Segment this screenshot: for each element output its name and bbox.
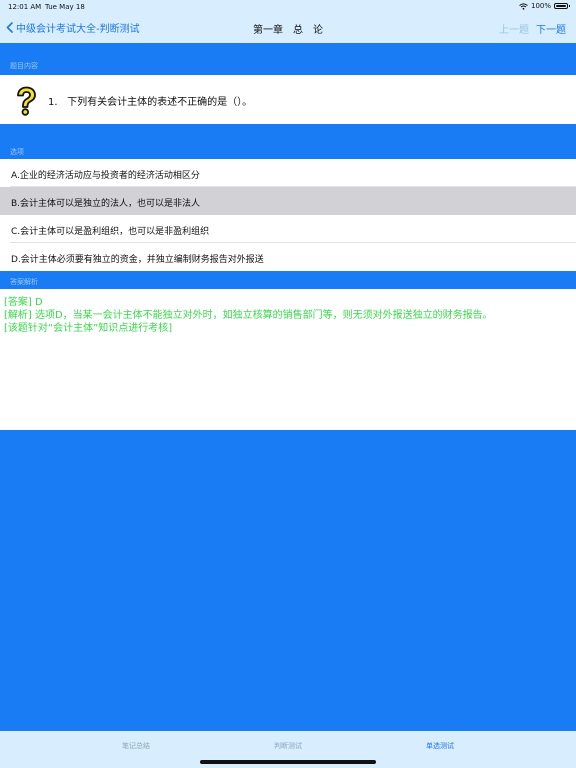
options-list: A.企业的经济活动应与投资者的经济活动相区分 B.会计主体可以是独立的法人，也可…	[0, 159, 576, 271]
question-text: 1. 下列有关会计主体的表述不正确的是（）。	[48, 93, 252, 108]
question-section-label: 题目内容	[10, 62, 38, 70]
option-d[interactable]: D.会计主体必须要有独立的资金，并独立编制财务报告对外报送	[0, 243, 576, 271]
navigation-bar: 中级会计考试大全-判断测试 第一章 总 论 上一题 下一题	[0, 13, 576, 43]
status-time: 12:01 AM	[8, 3, 42, 11]
status-bar: 12:01 AM Tue May 18 100%	[0, 0, 576, 13]
question-mark-icon	[13, 86, 39, 116]
tab-true-false-test[interactable]: 判断测试	[248, 741, 328, 751]
analysis-section-label: 答案解析	[10, 278, 38, 286]
chevron-left-icon	[6, 22, 13, 33]
status-date: Tue May 18	[45, 3, 85, 11]
battery-icon	[554, 3, 570, 9]
question-card: 1. 下列有关会计主体的表述不正确的是（）。	[0, 75, 576, 124]
status-right-group: 100%	[519, 2, 570, 10]
previous-question-button[interactable]: 上一题	[499, 21, 529, 36]
option-a[interactable]: A.企业的经济活动应与投资者的经济活动相区分	[0, 159, 576, 187]
question-number: 1.	[48, 97, 58, 108]
tab-single-choice-test[interactable]: 单选测试	[400, 741, 480, 751]
option-b-label: B.会计主体可以是独立的法人，也可以是非法人	[11, 199, 201, 209]
app-screen: 12:01 AM Tue May 18 100% 中级会计考试大全-判断测试 第…	[0, 0, 576, 768]
option-c[interactable]: C.会计主体可以是盈利组织，也可以是非盈利组织	[0, 215, 576, 243]
back-button-label: 中级会计考试大全-判断测试	[16, 24, 140, 35]
answer-analysis-panel: [答案] D [解析] 选项D，当某一会计主体不能独立对外时，如独立核算的销售部…	[0, 289, 576, 430]
next-question-button[interactable]: 下一题	[536, 21, 566, 36]
battery-percent: 100%	[530, 2, 551, 10]
question-body: 下列有关会计主体的表述不正确的是（）。	[67, 97, 253, 108]
options-section-label: 选项	[10, 148, 24, 156]
wifi-icon	[519, 2, 528, 10]
option-c-label: C.会计主体可以是盈利组织，也可以是非盈利组织	[11, 227, 210, 237]
option-b[interactable]: B.会计主体可以是独立的法人，也可以是非法人	[0, 187, 576, 215]
option-d-label: D.会计主体必须要有独立的资金，并独立编制财务报告对外报送	[11, 255, 264, 265]
home-indicator[interactable]	[200, 760, 376, 764]
back-button[interactable]: 中级会计考试大全-判断测试	[6, 20, 140, 35]
topic-line: [该题针对“会计主体”知识点进行考核]	[4, 323, 173, 334]
tab-notes-summary[interactable]: 笔记总结	[96, 741, 176, 751]
option-a-label: A.企业的经济活动应与投资者的经济活动相区分	[11, 171, 200, 181]
